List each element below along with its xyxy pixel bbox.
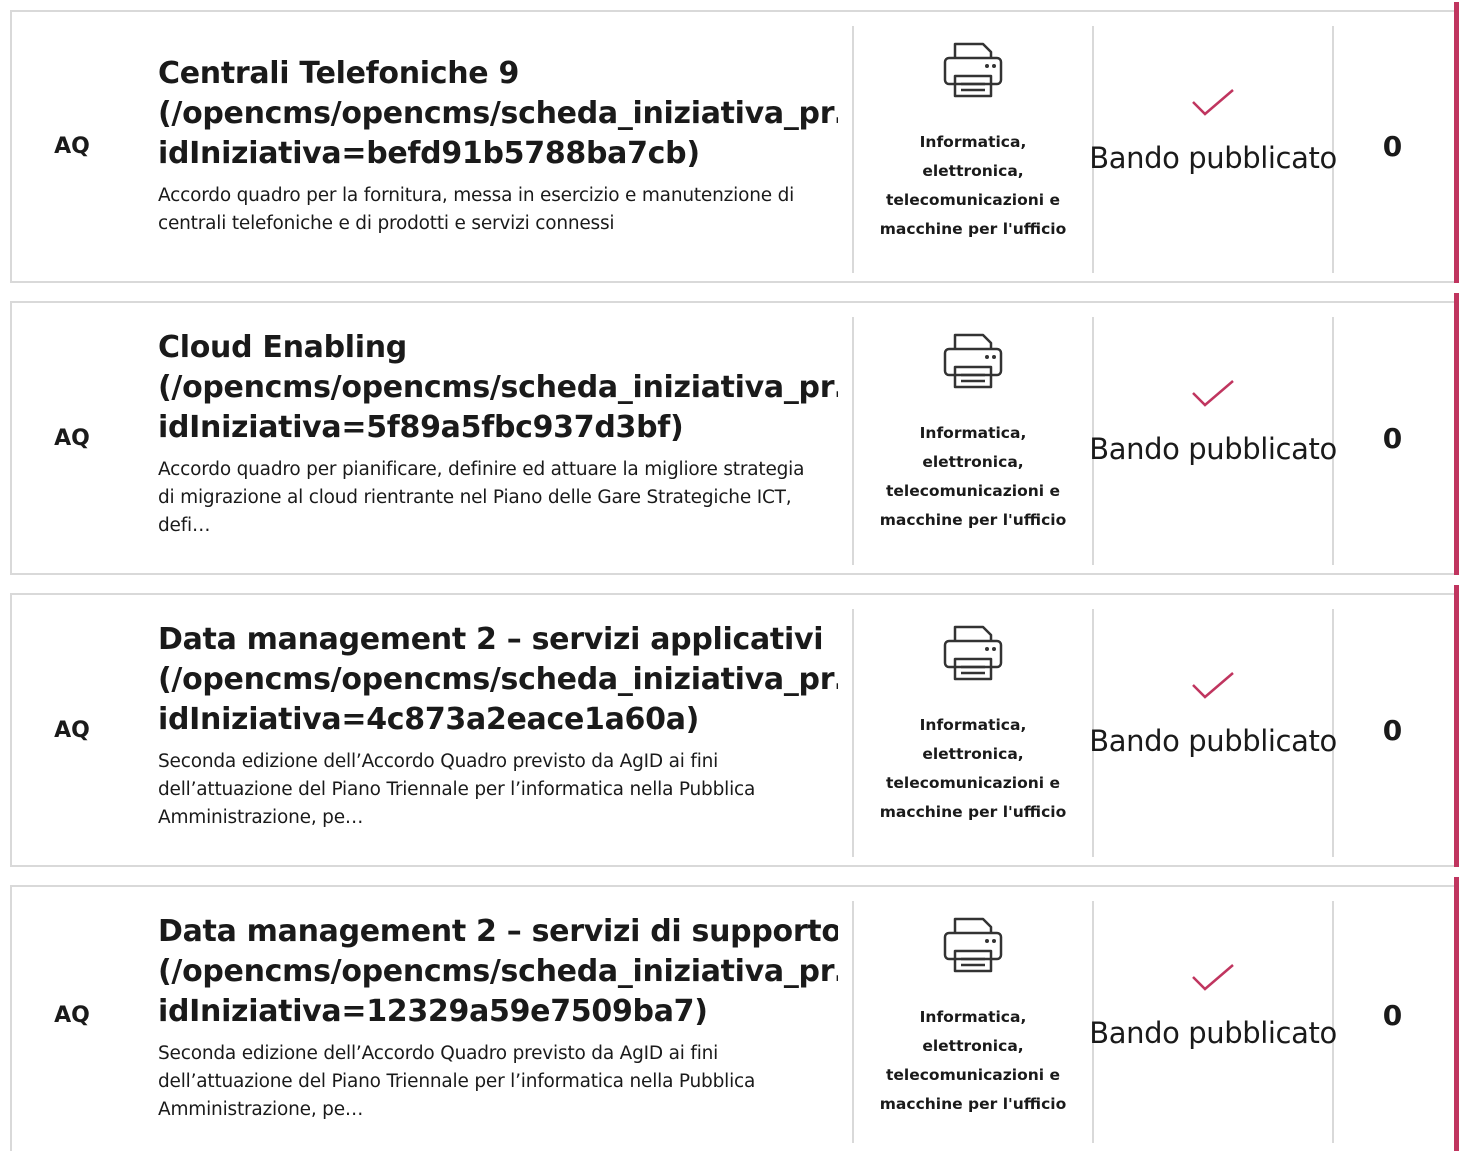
initiative-description: Accordo quadro per pianificare, definire… xyxy=(158,459,805,536)
initiative-title-link[interactable]: Centrali Telefoniche 9 (/opencms/opencms… xyxy=(158,54,838,174)
title-line: (/opencms/opencms/scheda_iniziativa_pr… xyxy=(158,954,838,989)
initiative-type: AQ xyxy=(54,1002,90,1028)
state-label: Bando pubblicato xyxy=(1089,141,1337,175)
title-line: (/opencms/opencms/scheda_iniziativa_pr… xyxy=(158,370,838,405)
state-label: Bando pubblicato xyxy=(1089,432,1337,466)
initiative-card: AQ Cloud Enabling (/opencms/opencms/sche… xyxy=(10,293,1459,575)
state-cell: Bando pubblicato xyxy=(1089,901,1337,1143)
initiative-type: AQ xyxy=(54,134,90,159)
initiative-type: AQ xyxy=(54,717,90,743)
initiative-card: AQ Data management 2 – servizi di suppor… xyxy=(10,877,1459,1151)
category-cell: Informatica, elettronica, telecomunicazi… xyxy=(852,317,1092,565)
initiative-title-link[interactable]: Cloud Enabling (/opencms/opencms/scheda_… xyxy=(158,328,838,448)
printer-icon xyxy=(943,917,1003,973)
check-icon xyxy=(1192,672,1234,699)
count-value: 0 xyxy=(1382,998,1403,1032)
count-value: 0 xyxy=(1382,130,1403,163)
printer-icon xyxy=(943,42,1003,98)
category-cell: Informatica, elettronica, telecomunicazi… xyxy=(852,901,1092,1143)
state-cell: Bando pubblicato xyxy=(1089,609,1337,857)
card-accent-bar xyxy=(1454,585,1459,867)
card-accent-bar xyxy=(1454,877,1459,1151)
title-line: Data management 2 – servizi di supporto xyxy=(158,914,838,949)
check-icon xyxy=(1192,380,1234,407)
title-line: (/opencms/opencms/scheda_iniziativa_pr… xyxy=(158,96,838,131)
title-line: Centrali Telefoniche 9 xyxy=(158,56,520,91)
title-line: idIniziativa=befd91b5788ba7cb) xyxy=(158,136,700,171)
state-label: Bando pubblicato xyxy=(1089,1016,1337,1050)
category-label: Informatica, elettronica, telecomunicazi… xyxy=(879,1008,1067,1113)
title-line: Data management 2 – servizi applicativi xyxy=(158,622,824,657)
title-line: idIniziativa=4c873a2eace1a60a) xyxy=(158,702,700,737)
state-cell: Bando pubblicato xyxy=(1089,26,1337,273)
printer-icon xyxy=(943,625,1003,681)
card-accent-bar xyxy=(1454,2,1459,283)
category-cell: Informatica, elettronica, telecomunicazi… xyxy=(852,609,1092,857)
initiative-description: Seconda edizione dell’Accordo Quadro pre… xyxy=(158,751,756,828)
category-label: Informatica, elettronica, telecomunicazi… xyxy=(879,716,1067,821)
check-icon xyxy=(1192,964,1234,991)
category-cell: Informatica, elettronica, telecomunicazi… xyxy=(852,26,1092,273)
initiative-card: AQ Centrali Telefoniche 9 (/opencms/open… xyxy=(10,2,1459,283)
printer-icon xyxy=(943,333,1003,389)
title-line: Cloud Enabling xyxy=(158,330,407,365)
initiative-type: AQ xyxy=(54,425,90,451)
card-accent-bar xyxy=(1454,293,1459,575)
count-value: 0 xyxy=(1382,713,1403,747)
initiative-title-link[interactable]: Data management 2 – servizi applicativi … xyxy=(158,620,838,740)
initiative-title-link[interactable]: Data management 2 – servizi di supporto … xyxy=(158,912,838,1032)
initiative-description: Accordo quadro per la fornitura, messa i… xyxy=(158,185,795,234)
title-line: (/opencms/opencms/scheda_iniziativa_pr… xyxy=(158,662,838,697)
initiative-card: AQ Data management 2 – servizi applicati… xyxy=(10,585,1459,867)
title-line: idIniziativa=12329a59e7509ba7) xyxy=(158,994,708,1029)
state-label: Bando pubblicato xyxy=(1089,724,1337,758)
category-label: Informatica, elettronica, telecomunicazi… xyxy=(879,133,1067,238)
count-value: 0 xyxy=(1382,421,1403,455)
category-label: Informatica, elettronica, telecomunicazi… xyxy=(879,424,1067,529)
initiative-description: Seconda edizione dell’Accordo Quadro pre… xyxy=(158,1043,756,1120)
state-cell: Bando pubblicato xyxy=(1089,317,1337,565)
check-icon xyxy=(1192,89,1234,116)
title-line: idIniziativa=5f89a5fbc937d3bf) xyxy=(158,410,684,445)
